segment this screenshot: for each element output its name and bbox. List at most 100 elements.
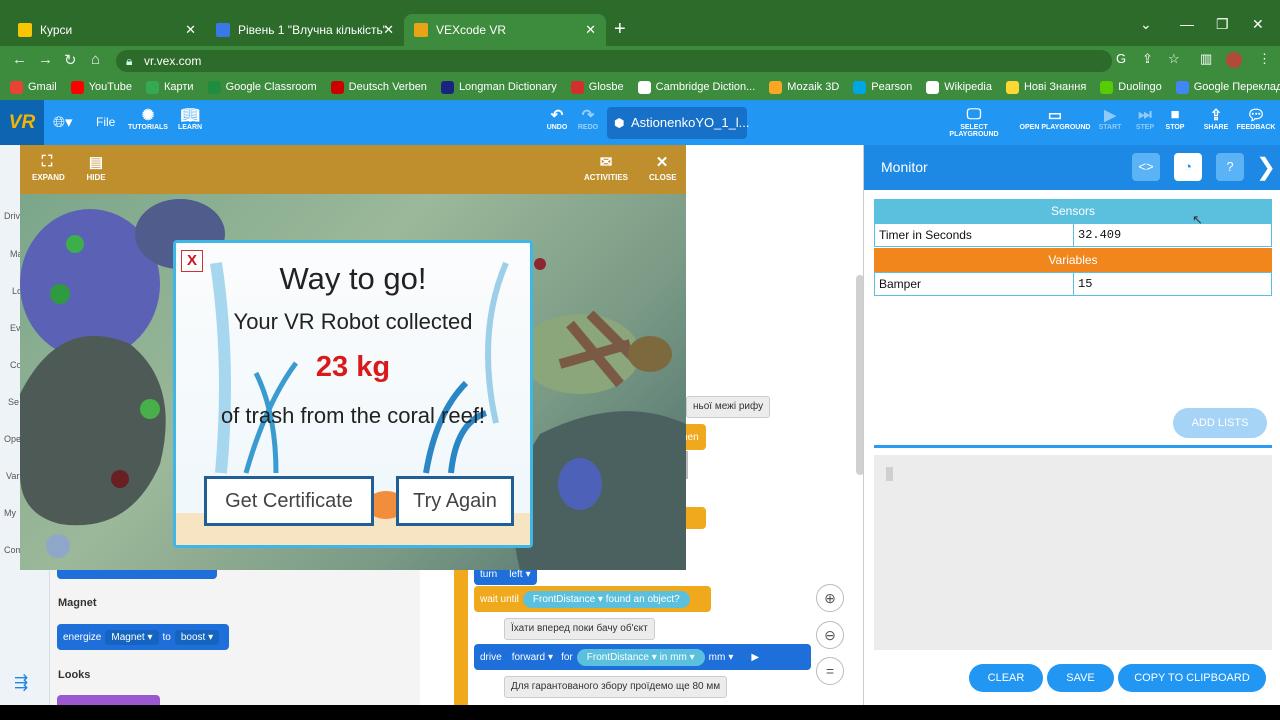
zoom-out-icon[interactable]: ⊖ bbox=[816, 621, 844, 649]
category-item[interactable]: Ev bbox=[10, 323, 21, 333]
coral-rock bbox=[628, 336, 672, 372]
browser-tab[interactable]: Рівень 1 "Влучна кількість" ✕ bbox=[206, 14, 404, 46]
print-console[interactable] bbox=[874, 455, 1272, 650]
bookmark-item[interactable]: Google Classroom bbox=[207, 80, 317, 94]
tutorials-button[interactable]: ✺ TUTORIALS bbox=[126, 106, 170, 131]
help-icon[interactable]: ? bbox=[1216, 153, 1244, 181]
save-button[interactable]: SAVE bbox=[1047, 664, 1114, 692]
file-menu[interactable]: File bbox=[96, 115, 115, 129]
block-comment[interactable]: Їхати вперед поки бачу об'єкт bbox=[504, 618, 655, 640]
browser-tab-active[interactable]: VEXcode VR ✕ bbox=[404, 14, 606, 46]
tab-title: Курси bbox=[40, 23, 73, 37]
energize-block[interactable]: energize Magnet ▾ to boost ▾ bbox=[57, 624, 230, 650]
maximize-icon[interactable]: ❐ bbox=[1216, 16, 1229, 33]
zoom-in-icon[interactable]: ⊕ bbox=[816, 584, 844, 612]
tab-close-icon[interactable]: ✕ bbox=[383, 22, 394, 38]
avatar[interactable] bbox=[1226, 52, 1242, 68]
side-panel-icon[interactable]: ▥ bbox=[1200, 51, 1212, 67]
stop-button[interactable]: ■ STOP bbox=[1164, 106, 1186, 131]
back-icon[interactable]: ← bbox=[12, 51, 27, 68]
book-icon: 📖︎ bbox=[180, 107, 200, 124]
url-text: vr.vex.com bbox=[144, 54, 202, 68]
try-again-button[interactable]: Try Again bbox=[396, 476, 514, 526]
variable-name: Bamper bbox=[875, 273, 1074, 295]
open-playground-button[interactable]: ▭ OPEN PLAYGROUND bbox=[1019, 106, 1091, 131]
share-page-icon[interactable]: ⇪ bbox=[1142, 51, 1153, 67]
bookmark-item[interactable]: Deutsch Verben bbox=[330, 80, 427, 94]
front-distance-reporter[interactable]: FrontDistance ▾ found an object? bbox=[522, 590, 690, 608]
category-item[interactable]: Driv bbox=[4, 211, 20, 221]
tab-search-icon[interactable]: ⌄ bbox=[1140, 16, 1152, 33]
share-button[interactable]: ⇪ SHARE bbox=[1202, 106, 1230, 131]
bookmark-star-icon[interactable]: ☆ bbox=[1168, 51, 1180, 67]
project-name-field[interactable]: AstionenkoYO_1_l... bbox=[607, 107, 750, 139]
add-lists-button[interactable]: ADD LISTS bbox=[1173, 408, 1267, 438]
window-close-icon[interactable]: ✕ bbox=[1252, 16, 1264, 33]
bookmark-item[interactable]: Mozaik 3D bbox=[769, 80, 839, 94]
reload-icon[interactable]: ↻ bbox=[64, 51, 77, 69]
step-button[interactable]: ⏭︎ STEP bbox=[1134, 106, 1156, 131]
tab-close-icon[interactable]: ✕ bbox=[185, 22, 196, 38]
close-button[interactable]: ✕ CLOSE bbox=[649, 153, 677, 182]
rock-formation bbox=[20, 335, 166, 526]
activities-button[interactable]: ✉ ACTIVITIES bbox=[584, 153, 628, 182]
home-icon[interactable]: ⌂ bbox=[91, 51, 100, 68]
play-arrow-icon[interactable]: ▶ bbox=[751, 652, 759, 663]
youtube-icon bbox=[70, 80, 84, 94]
category-item[interactable]: Var bbox=[6, 471, 19, 481]
chevron-right-icon[interactable]: ❯ bbox=[1256, 153, 1276, 182]
google-icon[interactable]: G bbox=[1116, 51, 1126, 66]
longman-icon bbox=[440, 80, 454, 94]
code-view-icon[interactable]: <> bbox=[1132, 153, 1160, 181]
block-comment[interactable]: ньої межі рифу bbox=[686, 396, 771, 418]
start-button[interactable]: ▶ START bbox=[1098, 106, 1122, 131]
bookmark-item[interactable]: Карти bbox=[145, 80, 194, 94]
category-item[interactable]: Se bbox=[8, 397, 19, 407]
bookmark-item[interactable]: Pearson bbox=[853, 80, 912, 94]
copy-to-clipboard-button[interactable]: COPY TO CLIPBOARD bbox=[1118, 664, 1266, 692]
blocks-toggle-icon[interactable]: ⇶ bbox=[14, 673, 28, 693]
bookmark-item[interactable]: Gmail bbox=[10, 80, 57, 94]
bookmark-item[interactable]: Нові Знання bbox=[1005, 80, 1086, 94]
bookmark-item[interactable]: Wikipedia bbox=[926, 80, 992, 94]
action-dropdown[interactable]: boost ▾ bbox=[174, 629, 220, 645]
undo-button[interactable]: ↶ UNDO bbox=[544, 106, 570, 131]
new-tab-icon[interactable]: + bbox=[614, 18, 626, 41]
magnet-dropdown[interactable]: Magnet ▾ bbox=[105, 629, 159, 645]
url-field[interactable]: 🔒︎ vr.vex.com bbox=[116, 50, 1112, 72]
bookmark-item[interactable]: Glosbe bbox=[570, 80, 624, 94]
coral-plant bbox=[66, 235, 84, 253]
clear-button[interactable]: CLEAR bbox=[969, 664, 1043, 692]
feedback-button[interactable]: 💬︎ FEEDBACK bbox=[1236, 106, 1276, 131]
drive-for-block[interactable]: drive forward ▾ for FrontDistance ▾ in mm… bbox=[474, 644, 811, 670]
sensors-heading: Sensors bbox=[874, 199, 1272, 223]
learn-button[interactable]: 📖︎ LEARN bbox=[175, 106, 205, 131]
zoom-reset-icon[interactable]: = bbox=[816, 657, 844, 685]
category-item[interactable]: My bbox=[4, 508, 16, 518]
minimize-icon[interactable]: — bbox=[1180, 16, 1194, 32]
bookmark-item[interactable]: Longman Dictionary bbox=[440, 80, 557, 94]
forward-icon[interactable]: → bbox=[38, 51, 53, 68]
browser-tab[interactable]: Курси ✕ bbox=[8, 14, 206, 46]
bookmark-item[interactable]: Cambridge Diction... bbox=[637, 80, 755, 94]
redo-button[interactable]: ↷ REDO bbox=[576, 106, 600, 131]
get-certificate-button[interactable]: Get Certificate bbox=[204, 476, 374, 526]
menu-kebab-icon[interactable]: ⋮ bbox=[1258, 51, 1271, 67]
select-playground-button[interactable]: 🖵︎ SELECT PLAYGROUND bbox=[936, 106, 1012, 138]
globe-language-icon[interactable]: 🌐︎▾ bbox=[53, 113, 73, 131]
category-item[interactable]: Ope bbox=[4, 434, 21, 444]
looks-block[interactable] bbox=[57, 695, 160, 705]
wait-until-block[interactable]: wait until FrontDistance ▾ found an obje… bbox=[474, 586, 711, 612]
expand-button[interactable]: ⛶ EXPAND bbox=[32, 153, 65, 182]
bookmark-item[interactable]: Google Перекладач bbox=[1175, 80, 1280, 94]
tab-close-icon[interactable]: ✕ bbox=[585, 22, 596, 38]
block-comment[interactable]: Для гарантованого збору проїдемо ще 80 м… bbox=[504, 676, 728, 698]
front-distance-reporter[interactable]: FrontDistance ▾ in mm ▾ bbox=[576, 648, 705, 666]
bookmark-item[interactable]: YouTube bbox=[70, 80, 132, 94]
flag-icon bbox=[330, 80, 344, 94]
play-icon: ▶ bbox=[1104, 107, 1116, 124]
bookmark-item[interactable]: Duolingo bbox=[1100, 80, 1162, 94]
hide-button[interactable]: ▤ HIDE bbox=[84, 153, 108, 182]
monitor-gauge-icon[interactable]: ◔ bbox=[1174, 153, 1202, 181]
share-icon: ⇪ bbox=[1209, 107, 1223, 124]
